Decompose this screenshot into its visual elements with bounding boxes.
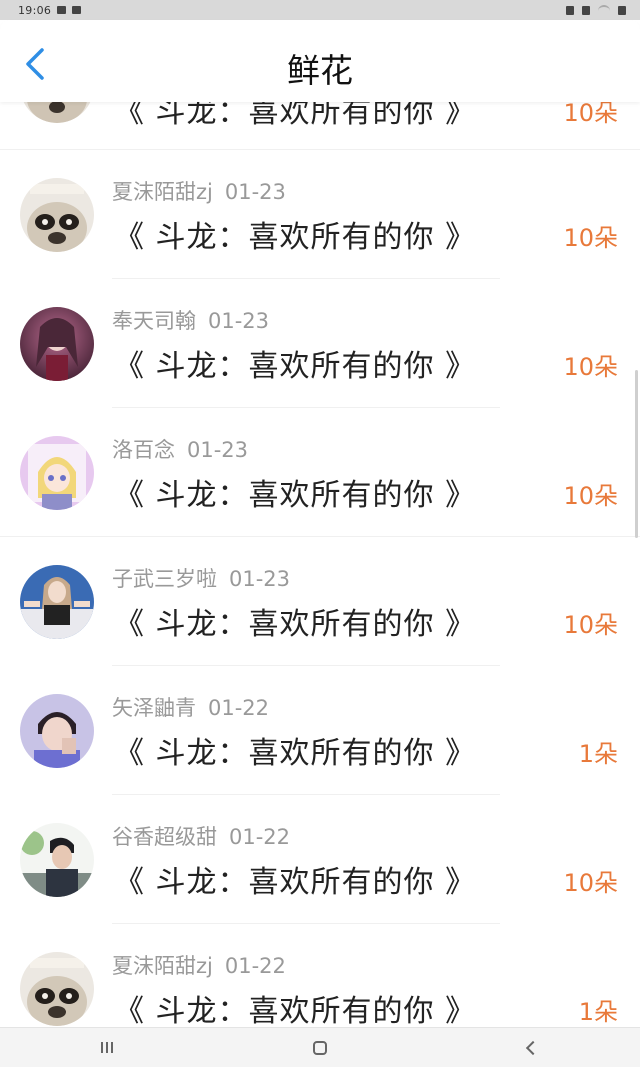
wifi-icon (598, 5, 610, 15)
item-meta: 洛百念 01-23 (112, 434, 248, 464)
item-content: 《 斗龙：喜欢所有的你 》 (114, 349, 477, 384)
flower-count: 10朵 (563, 869, 618, 897)
recent-apps-icon (100, 1042, 113, 1053)
list-item[interactable]: 谷香超级甜 01-22 《 斗龙：喜欢所有的你 》 10朵 (0, 795, 640, 924)
boy-outdoor-avatar-icon (20, 823, 94, 897)
home-button[interactable] (290, 1028, 350, 1067)
username[interactable]: 洛百念 (112, 438, 175, 462)
item-meta: 子武三岁啦 01-23 (112, 563, 290, 593)
item-meta: 矢泽鼬青 01-22 (112, 692, 269, 722)
username[interactable]: 夏沫陌甜zj (112, 180, 213, 204)
list-item[interactable]: 夏沫陌甜zj 01-23 《 斗龙：喜欢所有的你 》 10朵 (0, 150, 640, 279)
flower-count: 10朵 (563, 482, 618, 510)
header-bar: 鲜花 (0, 20, 640, 102)
item-date: 01-22 (229, 825, 291, 849)
item-content: 《 斗龙：喜欢所有的你 》 (114, 220, 477, 255)
item-date: 01-23 (187, 438, 249, 462)
avatar[interactable] (20, 823, 94, 897)
item-date: 01-22 (208, 696, 270, 720)
home-icon (312, 1040, 327, 1055)
list-item[interactable]: 洛百念 01-23 《 斗龙：喜欢所有的你 》 10朵 (0, 408, 640, 537)
flower-count: 10朵 (563, 611, 618, 639)
item-meta: 谷香超级甜 01-22 (112, 821, 290, 851)
item-content: 《 斗龙：喜欢所有的你 》 (114, 736, 477, 771)
username[interactable]: 奉天司翰 (112, 309, 196, 333)
flower-count: 1朵 (578, 740, 618, 768)
flower-count: 10朵 (563, 353, 618, 381)
item-date: 01-23 (229, 567, 291, 591)
item-meta: 奉天司翰 01-23 (112, 305, 269, 335)
battery-icon (618, 5, 626, 15)
girl-photo-avatar-icon (20, 565, 94, 639)
mute-icon (582, 5, 590, 15)
system-back-button[interactable] (503, 1028, 563, 1067)
avatar[interactable] (20, 952, 94, 1026)
item-content: 《 斗龙：喜欢所有的你 》 (114, 994, 477, 1029)
username[interactable]: 矢泽鼬青 (112, 696, 196, 720)
boy-photo-avatar-icon (20, 694, 94, 768)
scrollbar[interactable] (635, 370, 638, 538)
list-item[interactable]: 奉天司翰 01-23 《 斗龙：喜欢所有的你 》 10朵 (0, 279, 640, 408)
status-time: 19:06 (18, 3, 52, 17)
avatar[interactable] (20, 436, 94, 510)
item-date: 01-22 (224, 954, 286, 978)
list-item[interactable]: 子武三岁啦 01-23 《 斗龙：喜欢所有的你 》 10朵 (0, 537, 640, 666)
item-content: 《 斗龙：喜欢所有的你 》 (114, 865, 477, 900)
flower-count: 1朵 (578, 998, 618, 1026)
item-date: 01-23 (208, 309, 270, 333)
username[interactable]: 谷香超级甜 (112, 825, 217, 849)
gallery-icon (57, 6, 67, 14)
flower-count: 10朵 (563, 224, 618, 252)
username[interactable]: 子武三岁啦 (112, 567, 217, 591)
avatar[interactable] (20, 694, 94, 768)
item-date: 01-23 (224, 180, 286, 204)
anime-girl-dark-avatar-icon (20, 307, 94, 381)
username[interactable]: 夏沫陌甜zj (112, 954, 213, 978)
avatar[interactable] (20, 178, 94, 252)
item-content: 《 斗龙：喜欢所有的你 》 (114, 478, 477, 513)
avatar[interactable] (20, 307, 94, 381)
status-bar: 19:06 (0, 0, 640, 20)
list-item[interactable]: 矢泽鼬青 01-22 《 斗龙：喜欢所有的你 》 1朵 (0, 666, 640, 795)
item-meta: 夏沫陌甜zj 01-23 (112, 176, 286, 206)
anime-girl-blonde-avatar-icon (20, 436, 94, 510)
pug-avatar-icon (20, 178, 94, 252)
page-title: 鲜花 (287, 51, 353, 90)
notification-icon (72, 6, 82, 14)
system-nav-bar (0, 1027, 640, 1067)
item-meta: 夏沫陌甜zj 01-22 (112, 950, 286, 980)
avatar[interactable] (20, 565, 94, 639)
back-arrow-icon (526, 1040, 541, 1055)
item-content: 《 斗龙：喜欢所有的你 》 (114, 607, 477, 642)
recent-apps-button[interactable] (77, 1028, 137, 1067)
pug-avatar-icon (20, 952, 94, 1026)
lock-icon (566, 5, 574, 15)
